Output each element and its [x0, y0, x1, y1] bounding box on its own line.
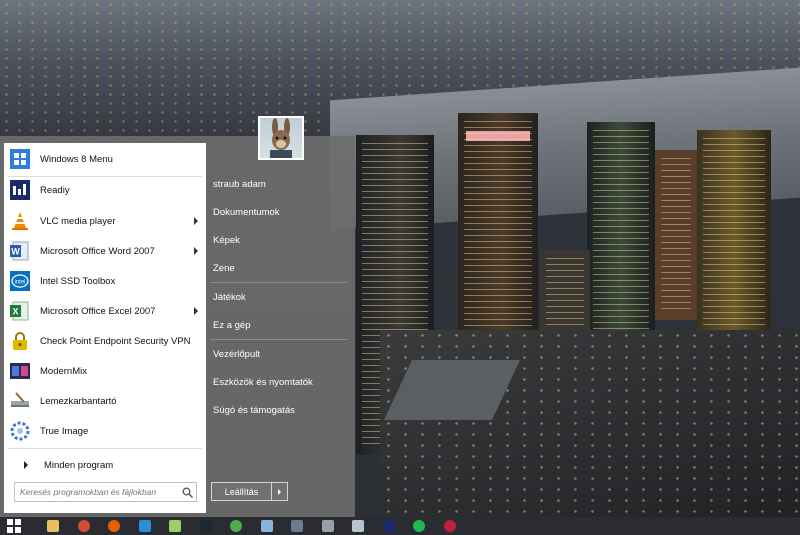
taskbar-app-alien-app[interactable]: [314, 517, 341, 535]
program-item-word-2007[interactable]: W Microsoft Office Word 2007: [4, 236, 206, 266]
program-label: Intel SSD Toolbox: [40, 275, 116, 287]
place-label: Zene: [213, 262, 235, 274]
firefox-icon: [108, 520, 120, 532]
rabbit-avatar-icon: [270, 118, 292, 158]
program-item-vlc[interactable]: VLC media player: [4, 206, 206, 236]
shutdown-button-group: Leállítás: [211, 482, 288, 501]
place-label: Ez a gép: [213, 319, 251, 331]
svg-text:X: X: [12, 307, 18, 317]
program-item-disk-cleanup[interactable]: Lemezkarbantartó: [4, 386, 206, 416]
program-label: Check Point Endpoint Security VPN: [40, 335, 191, 347]
notepad-icon: [169, 520, 181, 532]
taskbar-app-monitor-app[interactable]: [284, 517, 311, 535]
place-documents[interactable]: Dokumentumok: [206, 198, 355, 226]
alien-icon: [321, 520, 334, 532]
expand-arrow-icon: [24, 461, 28, 469]
all-programs-button[interactable]: Minden program: [4, 453, 206, 477]
program-item-excel-2007[interactable]: X Microsoft Office Excel 2007: [4, 296, 206, 326]
taskbar-app-readiy-app[interactable]: [375, 517, 402, 535]
taskbar-app-spotify[interactable]: [406, 517, 433, 535]
taskbar-app-notepad[interactable]: [162, 517, 189, 535]
submenu-arrow-icon: [194, 307, 198, 315]
windows-8-menu-icon: [9, 148, 31, 170]
place-label: Képek: [213, 234, 240, 246]
start-menu: Windows 8 Menu Readiy VLC media player W…: [0, 116, 355, 517]
shutdown-button[interactable]: Leállítás: [212, 483, 272, 500]
search-box[interactable]: [14, 482, 197, 502]
start-button[interactable]: [0, 517, 28, 535]
taskbar-app-internet-explorer[interactable]: [131, 517, 158, 535]
search-input[interactable]: [15, 487, 178, 497]
program-item-windows-8-menu[interactable]: Windows 8 Menu: [4, 144, 206, 174]
steam-icon: [199, 520, 212, 532]
taskbar-app-file-explorer[interactable]: [40, 517, 67, 535]
svg-text:W: W: [11, 247, 20, 257]
all-programs-label: Minden program: [44, 459, 114, 471]
place-label: Játékok: [213, 291, 246, 303]
submenu-arrow-icon: [194, 247, 198, 255]
program-label: True Image: [40, 425, 89, 437]
place-control-panel[interactable]: Vezérlőpult: [206, 340, 355, 368]
program-label: Lemezkarbantartó: [40, 395, 117, 407]
place-label: straub adam: [213, 178, 266, 190]
place-this-pc[interactable]: Ez a gép: [206, 311, 355, 339]
place-pictures[interactable]: Képek: [206, 226, 355, 254]
place-user-folder[interactable]: straub adam: [206, 170, 355, 198]
document-icon: [352, 520, 364, 532]
program-label: Microsoft Office Word 2007: [40, 245, 155, 257]
excel-icon: X: [9, 300, 31, 322]
sync-icon: [230, 520, 242, 532]
readiy-icon: [9, 179, 31, 201]
program-item-intel-ssd-toolbox[interactable]: intel Intel SSD Toolbox: [4, 266, 206, 296]
program-item-true-image[interactable]: True Image: [4, 416, 206, 446]
place-games[interactable]: Játékok: [206, 283, 355, 311]
program-item-check-point-vpn[interactable]: Check Point Endpoint Security VPN: [4, 326, 206, 356]
program-item-readiy[interactable]: Readiy: [4, 175, 206, 205]
play-icon: [443, 520, 456, 532]
taskbar-app-firefox[interactable]: [101, 517, 128, 535]
vlc-cone-icon: [9, 210, 31, 232]
place-label: Súgó és támogatás: [213, 404, 295, 416]
place-help-and-support[interactable]: Súgó és támogatás: [206, 396, 355, 424]
taskbar-app-tool[interactable]: [253, 517, 280, 535]
windows-logo-icon: [7, 519, 21, 533]
chrome-icon: [77, 520, 90, 532]
word-icon: W: [9, 240, 31, 262]
program-label: VLC media player: [40, 215, 116, 227]
ie-icon: [138, 520, 151, 532]
svg-text:intel: intel: [14, 280, 25, 286]
submenu-arrow-icon: [194, 217, 198, 225]
taskbar-app-steam[interactable]: [192, 517, 219, 535]
place-label: Eszközök és nyomtatók: [213, 376, 313, 388]
readiy-icon: [382, 520, 395, 532]
program-item-modernmix[interactable]: ModernMix: [4, 356, 206, 386]
place-label: Vezérlőpult: [213, 348, 261, 360]
search-icon[interactable]: [178, 483, 196, 501]
program-label: ModernMix: [40, 365, 87, 377]
folder-icon: [47, 520, 59, 532]
chevron-right-icon: [278, 488, 281, 495]
place-label: Dokumentumok: [213, 206, 280, 218]
monitor-icon: [291, 520, 303, 532]
spotify-icon: [413, 520, 425, 532]
padlock-icon: [9, 330, 31, 352]
user-avatar[interactable]: [258, 116, 304, 160]
program-label: Microsoft Office Excel 2007: [40, 305, 156, 317]
program-label: Windows 8 Menu: [40, 153, 113, 165]
modernmix-icon: [9, 360, 31, 382]
place-devices-and-printers[interactable]: Eszközök és nyomtatók: [206, 368, 355, 396]
programs-pane: Windows 8 Menu Readiy VLC media player W…: [4, 143, 206, 513]
taskbar-app-chrome[interactable]: [70, 517, 97, 535]
scissors-icon: [260, 520, 273, 532]
program-label: Readiy: [40, 184, 70, 196]
shutdown-options-button[interactable]: [272, 483, 287, 500]
taskbar-app-media-player[interactable]: [436, 517, 463, 535]
taskbar-app-sync[interactable]: [223, 517, 250, 535]
taskbar-app-document-app[interactable]: [345, 517, 372, 535]
taskbar: [0, 517, 800, 535]
disk-cleanup-icon: [9, 390, 31, 412]
true-image-icon: [9, 420, 31, 442]
place-music[interactable]: Zene: [206, 254, 355, 282]
intel-icon: intel: [9, 270, 31, 292]
